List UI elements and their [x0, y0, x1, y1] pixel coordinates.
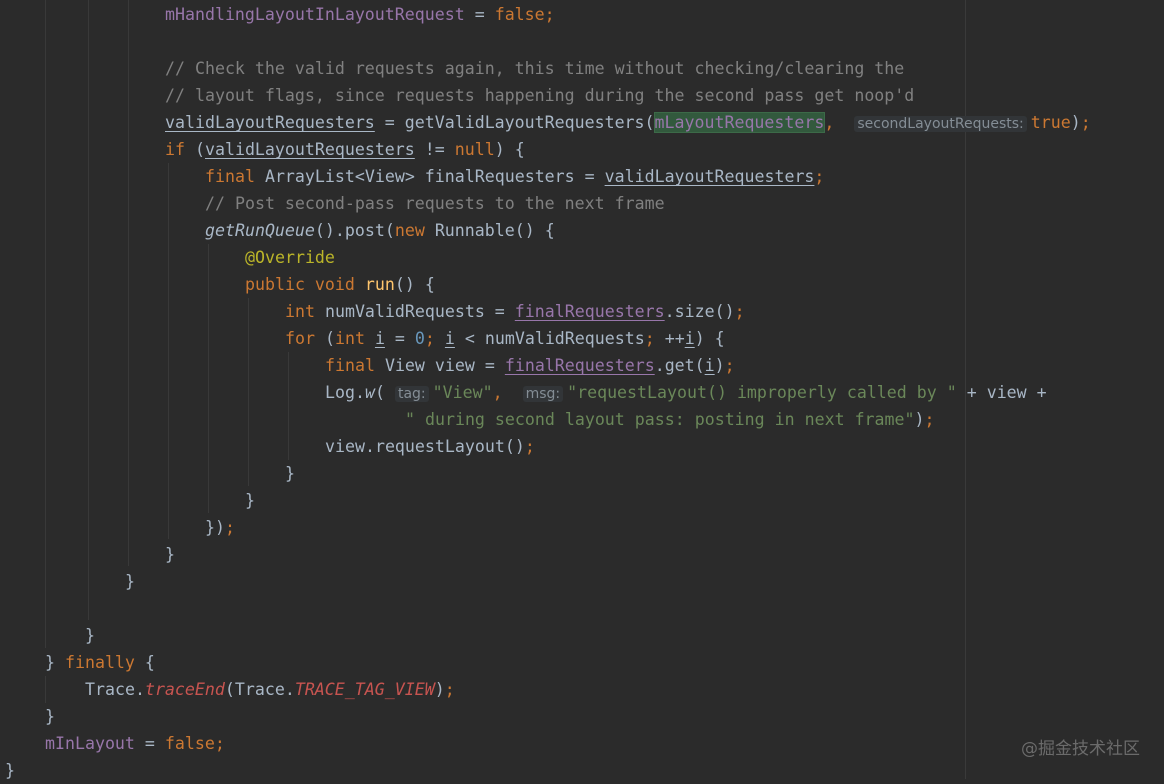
- indent-guide: [88, 0, 89, 620]
- indent-guide: [168, 163, 169, 539]
- indent-guide: [128, 0, 129, 566]
- code-line[interactable]: }: [85, 622, 95, 649]
- indent-guide: [288, 352, 289, 460]
- code-line[interactable]: validLayoutRequesters = getValidLayoutRe…: [165, 109, 1091, 136]
- indent-guide: [248, 298, 249, 486]
- code-line[interactable]: Trace.traceEnd(Trace.TRACE_TAG_VIEW);: [85, 676, 455, 703]
- code-line[interactable]: getRunQueue().post(new Runnable() {: [205, 217, 555, 244]
- code-line[interactable]: for (int i = 0; i < numValidRequests; ++…: [285, 325, 725, 352]
- code-line[interactable]: } finally {: [45, 649, 155, 676]
- code-line[interactable]: final View view = finalRequesters.get(i)…: [325, 352, 735, 379]
- code-line[interactable]: }: [5, 757, 15, 784]
- code-comment-line[interactable]: // Post second-pass requests to the next…: [205, 190, 665, 217]
- code-line[interactable]: view.requestLayout();: [325, 433, 535, 460]
- parameter-hint: tag:: [394, 386, 429, 402]
- code-line[interactable]: }: [285, 460, 295, 487]
- code-line[interactable]: mInLayout = false;: [45, 730, 225, 757]
- code-line[interactable]: if (validLayoutRequesters != null) {: [165, 136, 525, 163]
- watermark: @掘金技术社区: [1021, 739, 1140, 759]
- code-comment-line[interactable]: // Check the valid requests again, this …: [165, 55, 904, 82]
- code-comment-line[interactable]: // layout flags, since requests happenin…: [165, 82, 914, 109]
- code-line[interactable]: public void run() {: [245, 271, 435, 298]
- code-line[interactable]: final ArrayList<View> finalRequesters = …: [205, 163, 824, 190]
- code-line[interactable]: }: [45, 703, 55, 730]
- code-line[interactable]: }: [125, 568, 135, 595]
- code-line[interactable]: }: [165, 541, 175, 568]
- code-line[interactable]: mHandlingLayoutInLayoutRequest = false;: [165, 1, 555, 28]
- code-editor[interactable]: mHandlingLayoutInLayoutRequest = false; …: [0, 0, 1164, 780]
- code-line[interactable]: });: [205, 514, 235, 541]
- indent-guide: [208, 244, 209, 513]
- code-line[interactable]: }: [245, 487, 255, 514]
- parameter-hint: msg:: [522, 386, 564, 402]
- code-line[interactable]: int numValidRequests = finalRequesters.s…: [285, 298, 745, 325]
- code-annotation-line[interactable]: @Override: [245, 244, 335, 271]
- code-line[interactable]: Log.w( tag: "View", msg: "requestLayout() …: [325, 379, 1047, 406]
- indent-guide: [45, 0, 46, 648]
- indent-guide: [45, 676, 46, 703]
- code-line[interactable]: " during second layout pass: posting in …: [405, 406, 935, 433]
- parameter-hint: secondLayoutRequests:: [854, 116, 1027, 132]
